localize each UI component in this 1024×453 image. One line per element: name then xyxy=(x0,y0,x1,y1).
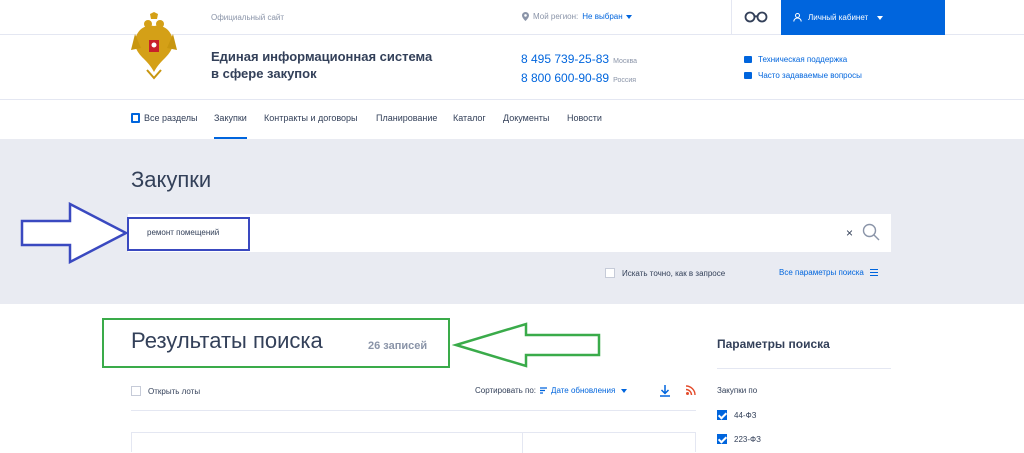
user-icon xyxy=(793,13,802,22)
results-count: 26 записей xyxy=(368,340,428,352)
tech-support-link[interactable]: Техническая поддержка xyxy=(744,55,847,64)
site-title-line2: в сфере закупок xyxy=(211,66,317,81)
accessibility-glasses-icon[interactable] xyxy=(744,10,768,24)
region-value[interactable]: Не выбран xyxy=(582,12,632,21)
search-icon[interactable] xyxy=(862,223,880,241)
search-highlight-frame xyxy=(127,217,250,251)
open-lots-checkbox[interactable]: Открыть лоты xyxy=(131,386,200,396)
official-site-label: Официальный сайт xyxy=(211,13,285,22)
sections-icon xyxy=(131,113,140,123)
chevron-down-icon xyxy=(621,388,628,393)
nav-contracts[interactable]: Контракты и договоры xyxy=(264,113,358,123)
faq-icon xyxy=(744,72,752,79)
chevron-down-icon xyxy=(625,14,632,19)
all-search-params-link[interactable]: Все параметры поиска xyxy=(779,268,878,277)
divider xyxy=(731,0,732,35)
phone-moscow[interactable]: 8 495 739-25-83 Москва xyxy=(521,52,637,66)
chevron-down-icon xyxy=(877,15,884,20)
main-nav: Все разделы Закупки Контракты и договоры… xyxy=(0,99,1024,139)
rss-icon[interactable] xyxy=(686,385,696,395)
divider xyxy=(522,433,523,453)
divider xyxy=(131,410,696,411)
result-card[interactable] xyxy=(131,432,696,453)
purchases-by-label: Закупки по xyxy=(717,386,758,395)
page-title: Закупки xyxy=(131,167,212,192)
nav-news[interactable]: Новости xyxy=(567,113,602,123)
coat-of-arms-logo[interactable] xyxy=(131,12,177,84)
checkbox-checked[interactable] xyxy=(717,434,727,444)
green-arrow-annotation xyxy=(452,322,601,368)
personal-cabinet-button[interactable]: Личный кабинет xyxy=(781,0,945,35)
blue-arrow-annotation xyxy=(20,202,128,264)
checkbox[interactable] xyxy=(131,386,141,396)
nav-all-sections[interactable]: Все разделы xyxy=(131,113,198,123)
filter-icon xyxy=(869,269,878,276)
exact-match-checkbox[interactable]: Искать точно, как в запросе xyxy=(605,268,725,278)
law-44-checkbox[interactable]: 44-ФЗ xyxy=(717,410,756,420)
site-title-line1: Единая информационная система xyxy=(211,49,433,64)
download-icon[interactable] xyxy=(660,385,670,397)
site-title[interactable]: Единая информационная система в сфере за… xyxy=(211,48,432,82)
faq-link[interactable]: Часто задаваемые вопросы xyxy=(744,71,862,80)
location-pin-icon xyxy=(522,12,529,21)
params-title: Параметры поиска xyxy=(717,337,830,351)
divider xyxy=(717,368,891,369)
region-selector[interactable]: Мой регион: Не выбран xyxy=(522,12,632,21)
law-223-checkbox[interactable]: 223-ФЗ xyxy=(717,434,761,444)
clear-icon[interactable]: × xyxy=(846,226,853,240)
nav-documents[interactable]: Документы xyxy=(503,113,549,123)
sort-icon xyxy=(540,387,548,394)
phone-city: Москва xyxy=(613,58,637,65)
results-title: Результаты поиска xyxy=(131,328,323,353)
sort-control[interactable]: Сортировать по: Дате обновления xyxy=(475,386,628,395)
checkbox-checked[interactable] xyxy=(717,410,727,420)
nav-purchases[interactable]: Закупки xyxy=(214,113,247,139)
nav-planning[interactable]: Планирование xyxy=(376,113,437,123)
phone-city: Россия xyxy=(613,77,637,84)
phone-russia[interactable]: 8 800 600-90-89 Россия xyxy=(521,71,636,85)
region-label: Мой регион: xyxy=(533,12,579,21)
sort-value[interactable]: Дате обновления xyxy=(551,386,628,395)
nav-catalog[interactable]: Каталог xyxy=(453,113,486,123)
checkbox[interactable] xyxy=(605,268,615,278)
envelope-icon xyxy=(744,56,752,63)
personal-cabinet-label: Личный кабинет xyxy=(808,13,869,22)
sort-label: Сортировать по: xyxy=(475,386,537,395)
